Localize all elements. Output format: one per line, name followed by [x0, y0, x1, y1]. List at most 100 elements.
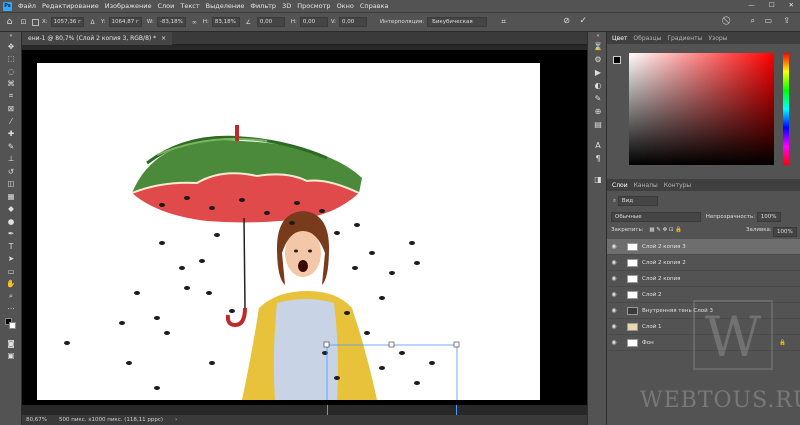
history-panel-icon[interactable]: ⌛	[588, 40, 608, 53]
eye-icon[interactable]: ◉	[607, 339, 621, 346]
hue-slider[interactable]	[783, 53, 789, 165]
tab-layers[interactable]: Слои	[612, 182, 628, 189]
layer-row-1[interactable]: ◉ Слой 2 копия 2	[607, 255, 800, 271]
tab-swatches[interactable]: Образцы	[633, 35, 661, 42]
blend-mode-select[interactable]: Обычные	[611, 212, 701, 222]
menu-file[interactable]: Файл	[18, 2, 36, 10]
fg-swatch[interactable]	[613, 56, 621, 64]
menu-image[interactable]: Изображение	[105, 2, 152, 10]
screen-mode-icon[interactable]: ▣	[0, 350, 22, 363]
tab-paths[interactable]: Контуры	[664, 182, 691, 189]
document-tab[interactable]: ени-1 @ 80,7% (Слой 2 копия 3, RGB/8) * …	[22, 32, 173, 45]
marquee-tool-icon[interactable]: ⬚	[0, 53, 22, 66]
adjustments-panel-icon[interactable]: ◐	[588, 79, 608, 92]
eye-icon[interactable]: ◉	[607, 291, 621, 298]
eye-icon[interactable]: ◉	[607, 275, 621, 282]
layer-row-0[interactable]: ◉ Слой 2 копия 3	[607, 239, 800, 255]
more-tools-icon[interactable]: ⋯	[0, 303, 22, 316]
eye-icon[interactable]: ◉	[607, 307, 621, 314]
quick-mask-icon[interactable]: ◙	[0, 337, 22, 350]
lock-icons[interactable]: ▦ ✎ ✥ ⊡ 🔒	[649, 227, 682, 233]
minimize-button[interactable]: —	[748, 1, 755, 9]
move-tool-icon[interactable]: ✥	[0, 40, 22, 53]
blur-tool-icon[interactable]: ◆	[0, 203, 22, 216]
menu-3d[interactable]: 3D	[282, 2, 291, 10]
zoom-level[interactable]: 80,67%	[26, 417, 47, 423]
healing-brush-tool-icon[interactable]: ✚	[0, 128, 22, 141]
layer-row-2[interactable]: ◉ Слой 2 копия	[607, 271, 800, 287]
home-icon[interactable]: ⌂	[4, 17, 15, 27]
shape-tool-icon[interactable]: ▭	[0, 265, 22, 278]
x-input[interactable]: 1057,36 г	[50, 17, 85, 27]
history-brush-tool-icon[interactable]: ↺	[0, 165, 22, 178]
tab-color[interactable]: Цвет	[612, 35, 627, 42]
opacity-input[interactable]: 100%	[756, 212, 781, 222]
share-icon[interactable]: ⇪	[783, 16, 790, 25]
cancel-transform-button[interactable]: ⊘	[563, 16, 570, 25]
delta-icon[interactable]: Δ	[87, 19, 98, 26]
type-tool-icon[interactable]: T	[0, 240, 22, 253]
maximize-button[interactable]: ☐	[769, 1, 775, 9]
character-panel-icon[interactable]: A	[588, 139, 608, 152]
color-field[interactable]	[629, 53, 774, 165]
brush-tool-icon[interactable]: ✎	[0, 140, 22, 153]
menu-select[interactable]: Выделение	[206, 2, 245, 10]
collapse-dock-icon[interactable]: «	[588, 32, 608, 40]
pen-tool-icon[interactable]: ✒	[0, 228, 22, 241]
background-color-swatch[interactable]	[9, 322, 16, 329]
tab-gradients[interactable]: Градиенты	[667, 35, 702, 42]
reference-point-icon[interactable]	[32, 18, 39, 26]
properties-panel-icon[interactable]: ⚙	[588, 53, 608, 66]
libraries-icon[interactable]: ▤	[588, 118, 608, 131]
gradient-tool-icon[interactable]: ▦	[0, 190, 22, 203]
angle-input[interactable]: 0,00	[256, 17, 285, 27]
height-input[interactable]: 83,18%	[211, 17, 240, 27]
menu-type[interactable]: Текст	[180, 2, 199, 10]
hand-tool-icon[interactable]: ✋	[0, 278, 22, 291]
lasso-tool-icon[interactable]: ◌	[0, 65, 22, 78]
interpolation-select[interactable]: Бикубическая	[427, 17, 488, 27]
menu-view[interactable]: Просмотр	[297, 2, 330, 10]
transform-tool-icon[interactable]: ⊡	[18, 18, 29, 26]
eyedropper-tool-icon[interactable]: ⁄	[0, 115, 22, 128]
status-arrow-icon[interactable]: ›	[175, 417, 177, 423]
actions-panel-icon[interactable]: ▶	[588, 66, 608, 79]
zoom-tool-icon[interactable]: ⌕	[0, 290, 22, 303]
clone-source-icon[interactable]: ⊕	[588, 105, 608, 118]
menu-filter[interactable]: Фильтр	[250, 2, 276, 10]
warp-icon[interactable]: ⌗	[498, 17, 509, 27]
eraser-tool-icon[interactable]: ◫	[0, 178, 22, 191]
eye-icon[interactable]: ◉	[607, 323, 621, 330]
fill-input[interactable]: 100%	[773, 227, 797, 237]
glyphs-panel-icon[interactable]: ◨	[588, 173, 608, 186]
menu-window[interactable]: Окно	[337, 2, 354, 10]
eye-icon[interactable]: ◉	[607, 259, 621, 266]
search-icon[interactable]: ⌕	[751, 16, 755, 26]
menu-edit[interactable]: Редактирование	[42, 2, 99, 10]
crop-tool-icon[interactable]: ⌗	[0, 90, 22, 103]
width-input[interactable]: -83,18%	[156, 17, 186, 27]
stamp-tool-icon[interactable]: ⊥	[0, 153, 22, 166]
h-skew-input[interactable]: 0,00	[299, 17, 328, 27]
workspace-icon[interactable]: ▭	[764, 16, 772, 25]
check-icon[interactable]: ✓	[579, 16, 587, 26]
close-button[interactable]: ✕	[789, 1, 794, 9]
frame-tool-icon[interactable]: ⊠	[0, 103, 22, 116]
canvas[interactable]	[37, 63, 540, 400]
menu-help[interactable]: Справка	[360, 2, 389, 10]
photoshop-logo[interactable]: Ps	[3, 1, 12, 11]
canvas-area[interactable]	[22, 45, 587, 415]
layer-filter-input[interactable]: Вид	[617, 196, 658, 206]
menu-layers[interactable]: Слои	[157, 2, 174, 10]
path-select-tool-icon[interactable]: ➤	[0, 253, 22, 266]
link-icon[interactable]: ∞	[189, 19, 200, 26]
paragraph-panel-icon[interactable]: ¶	[588, 152, 608, 165]
eye-icon[interactable]: ◉	[607, 243, 621, 250]
tab-channels[interactable]: Каналы	[634, 182, 658, 189]
quick-select-tool-icon[interactable]: ⌘	[0, 78, 22, 91]
collapse-toolbar-icon[interactable]: »	[0, 32, 22, 40]
tab-patterns[interactable]: Узоры	[708, 35, 727, 42]
v-skew-input[interactable]: 0,00	[339, 17, 368, 27]
dodge-tool-icon[interactable]: ●	[0, 215, 22, 228]
document-info[interactable]: 500 пикс. x1000 пикс. (118,11 pppc)	[59, 417, 163, 423]
